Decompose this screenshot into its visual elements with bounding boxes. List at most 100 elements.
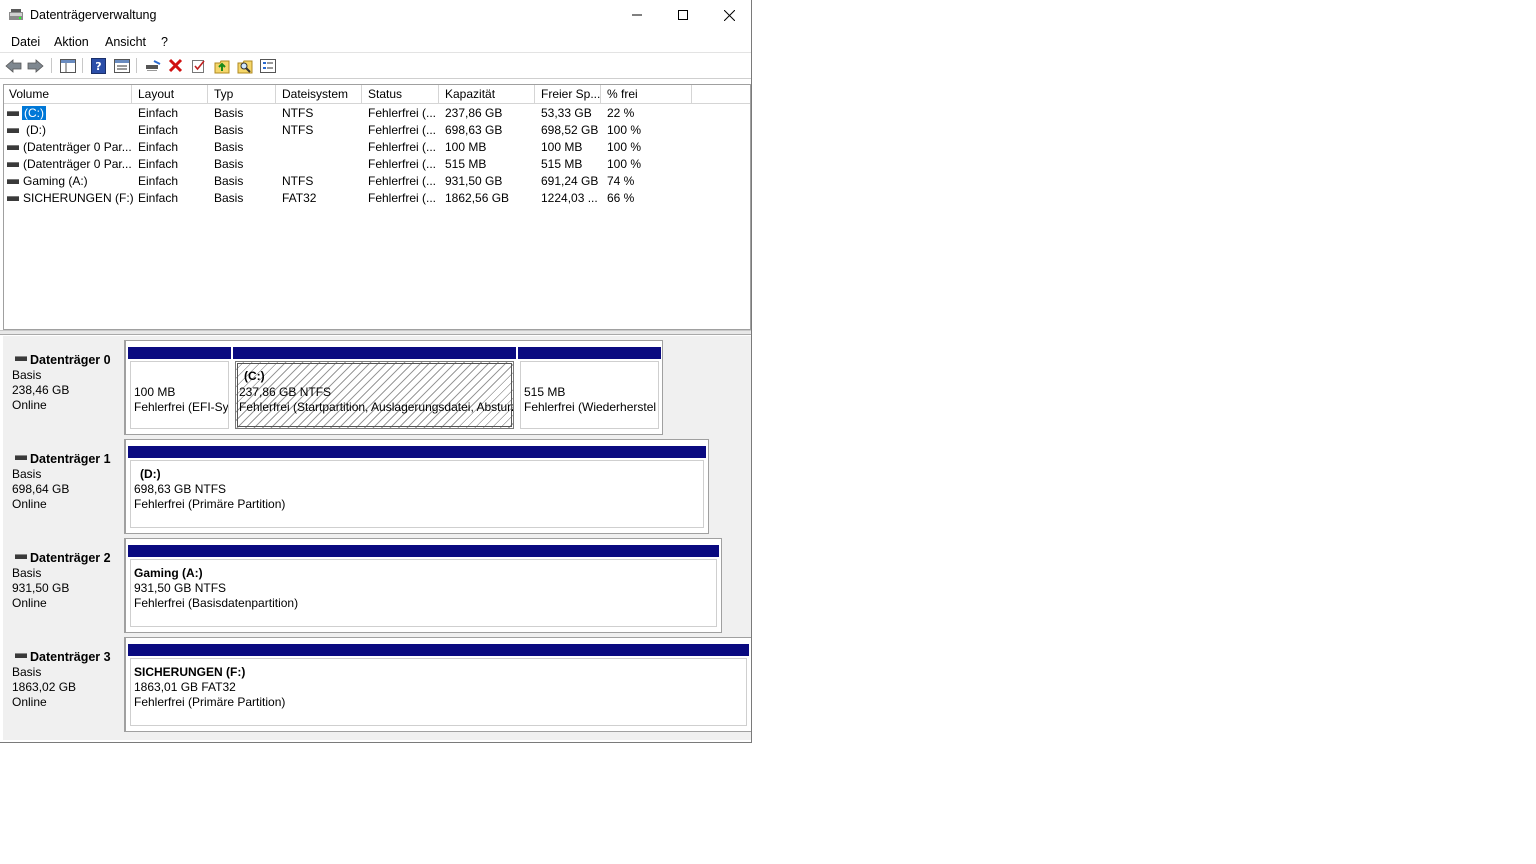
- hard-disk-icon: [15, 653, 27, 658]
- column-dateisystem[interactable]: Dateisystem: [282, 87, 348, 101]
- volume-free: 1224,03 ...: [541, 191, 598, 205]
- disk-0-label[interactable]: Datenträger 0 Basis 238,46 GB Online: [3, 340, 125, 435]
- partition-bar: [518, 347, 661, 359]
- volume-capacity: 100 MB: [445, 140, 487, 154]
- column-kapazitaet[interactable]: Kapazität: [445, 87, 495, 101]
- column-status[interactable]: Status: [368, 87, 402, 101]
- search-button[interactable]: [236, 57, 253, 74]
- console-tree-icon: [59, 58, 76, 73]
- volume-typ: Basis: [214, 140, 244, 154]
- close-button[interactable]: [706, 0, 751, 30]
- volume-list[interactable]: Volume Layout Typ Dateisystem Status Kap…: [3, 84, 751, 330]
- hard-disk-icon: [15, 356, 27, 361]
- volume-row[interactable]: (C:) Einfach Basis NTFS Fehlerfrei (... …: [4, 105, 750, 122]
- help-button[interactable]: ?: [90, 57, 107, 74]
- column-freier-speicher[interactable]: Freier Sp...: [541, 87, 600, 101]
- check-button[interactable]: [190, 57, 207, 74]
- forward-icon: [27, 58, 44, 73]
- disk-type: Basis: [12, 566, 42, 580]
- list-icon: [259, 58, 276, 73]
- maximize-icon: [678, 10, 688, 20]
- volume-name: (Datenträger 0 Par...: [23, 140, 131, 154]
- volume-layout: Einfach: [138, 191, 179, 205]
- menu-help[interactable]: ?: [161, 35, 168, 49]
- partition-body: Gaming (A:) 931,50 GB NTFS Fehlerfrei (B…: [130, 559, 717, 627]
- column-divider[interactable]: [207, 85, 208, 103]
- partition-d[interactable]: (D:) 698,63 GB NTFS Fehlerfrei (Primäre …: [128, 446, 706, 530]
- toolbar-separator: [136, 58, 137, 73]
- forward-button[interactable]: [27, 57, 44, 74]
- disk-0-partitions: 100 MB Fehlerfrei (EFI-Sy (C:) 237,86 GB…: [125, 340, 663, 435]
- partition-body-selected: (C:) 237,86 GB NTFS Fehlerfrei (Startpar…: [235, 361, 514, 429]
- connect-button[interactable]: [144, 57, 161, 74]
- volume-fs: NTFS: [282, 123, 314, 137]
- menu-datei[interactable]: Datei: [11, 35, 40, 49]
- column-typ[interactable]: Typ: [214, 87, 233, 101]
- column-divider[interactable]: [534, 85, 535, 103]
- volume-fs: FAT32: [282, 191, 317, 205]
- volume-row[interactable]: (D:) Einfach Basis NTFS Fehlerfrei (... …: [4, 122, 750, 139]
- list-button[interactable]: [259, 57, 276, 74]
- properties-view-button[interactable]: [113, 57, 130, 74]
- column-prozent-frei[interactable]: % frei: [607, 87, 638, 101]
- drive-icon: [7, 179, 19, 184]
- volume-status: Fehlerfrei (...: [368, 140, 437, 154]
- hard-disk-icon: [15, 455, 27, 460]
- column-divider[interactable]: [438, 85, 439, 103]
- partition-bar: [128, 545, 719, 557]
- partition-bar: [233, 347, 516, 359]
- delete-icon: [168, 58, 183, 73]
- disk-1-label[interactable]: Datenträger 1 Basis 698,64 GB Online: [3, 439, 125, 534]
- volume-list-header: Volume Layout Typ Dateisystem Status Kap…: [4, 85, 750, 104]
- volume-status: Fehlerfrei (...: [368, 174, 437, 188]
- console-tree-button[interactable]: [59, 57, 76, 74]
- partition-status: Fehlerfrei (Primäre Partition): [134, 497, 286, 511]
- column-layout[interactable]: Layout: [138, 87, 174, 101]
- column-divider[interactable]: [600, 85, 601, 103]
- volume-free: 515 MB: [541, 157, 583, 171]
- disk-management-window: Datenträgerverwaltung Datei Aktion Ansic…: [0, 0, 752, 743]
- column-volume[interactable]: Volume: [9, 87, 49, 101]
- volume-row[interactable]: (Datenträger 0 Par... Einfach Basis Fehl…: [4, 139, 750, 156]
- column-divider[interactable]: [275, 85, 276, 103]
- delete-button[interactable]: [167, 57, 184, 74]
- partition-recovery[interactable]: 515 MB Fehlerfrei (Wiederherstel: [518, 347, 661, 431]
- column-divider[interactable]: [361, 85, 362, 103]
- volume-row[interactable]: SICHERUNGEN (F:) Einfach Basis FAT32 Feh…: [4, 190, 750, 207]
- disk-1-partitions: (D:) 698,63 GB NTFS Fehlerfrei (Primäre …: [125, 439, 709, 534]
- svg-text:?: ?: [95, 60, 101, 73]
- volume-status: Fehlerfrei (...: [368, 191, 437, 205]
- partition-status: Fehlerfrei (EFI-Sy: [134, 400, 229, 414]
- pane-splitter[interactable]: [0, 330, 751, 335]
- volume-layout: Einfach: [138, 157, 179, 171]
- volume-pct-free: 66 %: [607, 191, 635, 205]
- window-title: Datenträgerverwaltung: [30, 8, 157, 22]
- partition-c[interactable]: (C:) 237,86 GB NTFS Fehlerfrei (Startpar…: [233, 347, 516, 431]
- volume-name-cell: (C:): [22, 106, 46, 120]
- menu-ansicht[interactable]: Ansicht: [105, 35, 146, 49]
- partition-title: Gaming (A:): [134, 566, 203, 580]
- volume-pct-free: 74 %: [607, 174, 635, 188]
- menu-aktion[interactable]: Aktion: [54, 35, 89, 49]
- partition-title: SICHERUNGEN (F:): [134, 665, 246, 679]
- folder-up-button[interactable]: [213, 57, 230, 74]
- connect-icon: [145, 59, 160, 71]
- column-divider[interactable]: [691, 85, 692, 103]
- partition-size: 237,86 GB NTFS: [239, 385, 332, 399]
- partition-sicherungen[interactable]: SICHERUNGEN (F:) 1863,01 GB FAT32 Fehler…: [128, 644, 749, 728]
- maximize-button[interactable]: [660, 0, 706, 30]
- partition-gaming[interactable]: Gaming (A:) 931,50 GB NTFS Fehlerfrei (B…: [128, 545, 719, 629]
- partition-size: 515 MB: [524, 385, 566, 399]
- column-divider[interactable]: [131, 85, 132, 103]
- partition-efi[interactable]: 100 MB Fehlerfrei (EFI-Sy: [128, 347, 231, 431]
- volume-row[interactable]: (Datenträger 0 Par... Einfach Basis Fehl…: [4, 156, 750, 173]
- volume-name: (C:): [22, 106, 46, 120]
- back-button[interactable]: [5, 57, 22, 74]
- minimize-button[interactable]: [614, 0, 660, 30]
- volume-pct-free: 100 %: [607, 123, 642, 137]
- disk-3-label[interactable]: Datenträger 3 Basis 1863,02 GB Online: [3, 637, 125, 732]
- partition-size: 100 MB: [134, 385, 176, 399]
- volume-layout: Einfach: [138, 174, 179, 188]
- volume-row[interactable]: Gaming (A:) Einfach Basis NTFS Fehlerfre…: [4, 173, 750, 190]
- disk-2-label[interactable]: Datenträger 2 Basis 931,50 GB Online: [3, 538, 125, 633]
